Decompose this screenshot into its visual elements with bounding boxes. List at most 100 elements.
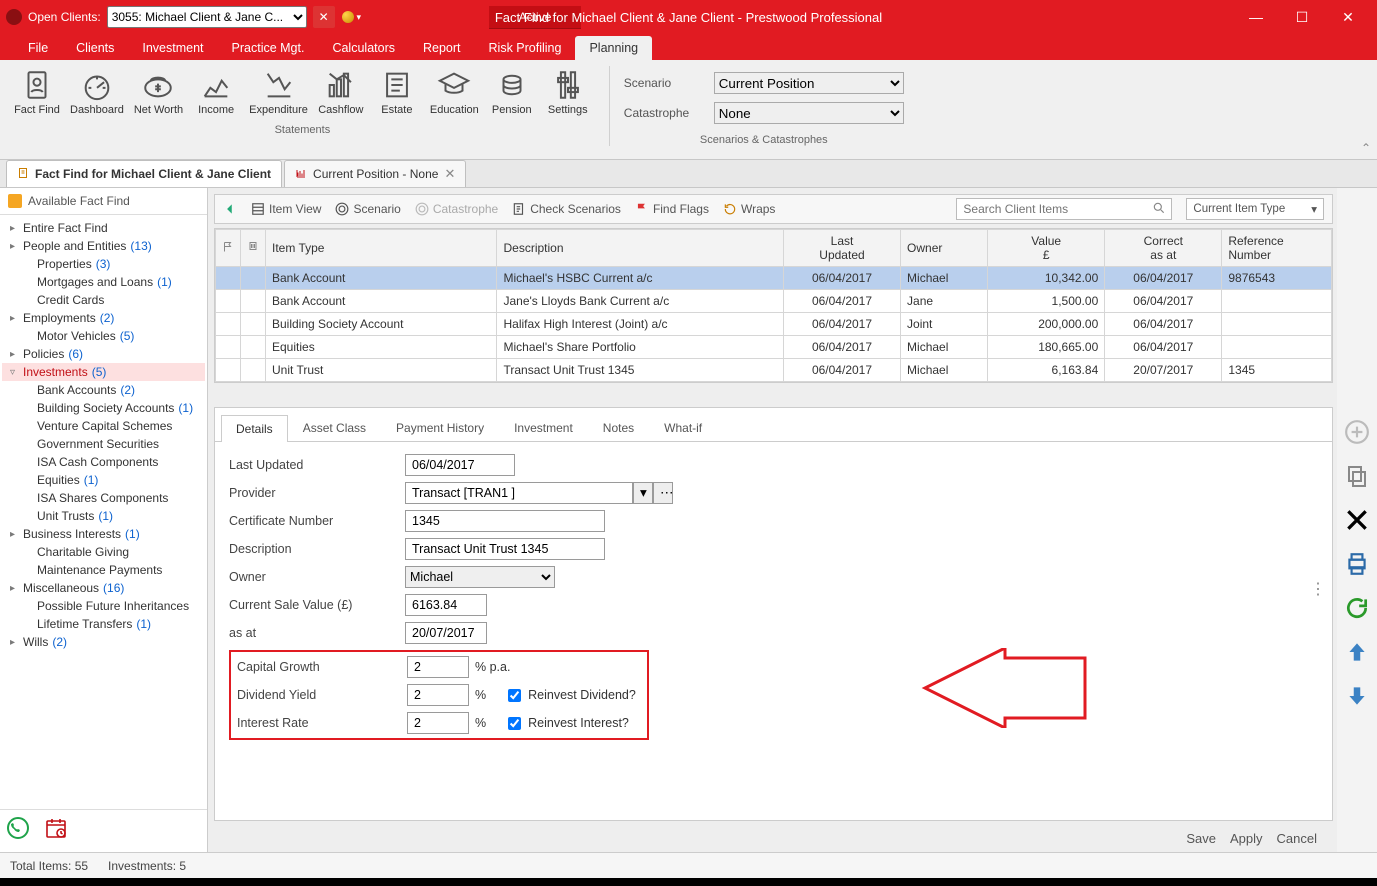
tree-charitable-giving[interactable]: Charitable Giving: [2, 543, 205, 561]
cancel-button[interactable]: Cancel: [1277, 831, 1317, 846]
current-value-input[interactable]: [405, 594, 487, 616]
doc-tab-0[interactable]: Fact Find for Michael Client & Jane Clie…: [6, 160, 282, 187]
detail-tab-asset-class[interactable]: Asset Class: [288, 414, 381, 441]
wraps-button[interactable]: Wraps: [723, 202, 775, 216]
menu-practice-mgt-[interactable]: Practice Mgt.: [218, 36, 319, 60]
ribbon-expenditure[interactable]: Expenditure: [245, 66, 312, 118]
move-down-icon[interactable]: [1343, 682, 1371, 710]
detail-tab-notes[interactable]: Notes: [588, 414, 649, 441]
tree-employments[interactable]: ▸Employments (2): [2, 309, 205, 327]
whatsapp-icon[interactable]: [6, 816, 30, 846]
tree-isa-shares-components[interactable]: ISA Shares Components: [2, 489, 205, 507]
tree-bank-accounts[interactable]: Bank Accounts (2): [2, 381, 205, 399]
client-select[interactable]: 3055: Michael Client & Jane C...: [107, 6, 307, 28]
tree-miscellaneous[interactable]: ▸Miscellaneous (16): [2, 579, 205, 597]
detail-tab-what-if[interactable]: What-if: [649, 414, 717, 441]
client-dropdown-button[interactable]: ▾: [341, 6, 363, 28]
minimize-button[interactable]: —: [1233, 0, 1279, 34]
apply-button[interactable]: Apply: [1230, 831, 1263, 846]
reinvest-dividend-checkbox[interactable]: [508, 689, 521, 702]
table-row[interactable]: EquitiesMichael's Share Portfolio06/04/2…: [216, 336, 1332, 359]
tree-investments[interactable]: ▿Investments (5): [2, 363, 205, 381]
menu-investment[interactable]: Investment: [128, 36, 217, 60]
tree-entire-fact-find[interactable]: ▸Entire Fact Find: [2, 219, 205, 237]
ribbon-settings[interactable]: Settings: [541, 66, 595, 118]
print-icon[interactable]: [1343, 550, 1371, 578]
col-item-type[interactable]: Item Type: [266, 230, 497, 267]
certificate-input[interactable]: [405, 510, 605, 532]
panel-drag-handle[interactable]: ⋮: [1310, 588, 1326, 592]
tree-possible-future-inheritances[interactable]: Possible Future Inheritances: [2, 597, 205, 615]
col-reference[interactable]: Reference Number: [1222, 230, 1332, 267]
menu-clients[interactable]: Clients: [62, 36, 128, 60]
tree-properties[interactable]: Properties (3): [2, 255, 205, 273]
move-up-icon[interactable]: [1343, 638, 1371, 666]
tree-government-securities[interactable]: Government Securities: [2, 435, 205, 453]
ribbon-cashflow[interactable]: Cashflow: [314, 66, 368, 118]
calendar-icon[interactable]: [44, 816, 68, 846]
tree-business-interests[interactable]: ▸Business Interests (1): [2, 525, 205, 543]
menu-file[interactable]: File: [14, 36, 62, 60]
table-row[interactable]: Building Society AccountHalifax High Int…: [216, 313, 1332, 336]
catastrophe-button[interactable]: Catastrophe: [415, 202, 498, 216]
col-correct-as-at[interactable]: Correct as at: [1105, 230, 1222, 267]
tree-policies[interactable]: ▸Policies (6): [2, 345, 205, 363]
last-updated-input[interactable]: [405, 454, 515, 476]
description-input[interactable]: [405, 538, 605, 560]
sidebar-header[interactable]: Available Fact Find: [0, 188, 207, 215]
close-tab-icon[interactable]: ✕: [444, 166, 455, 182]
copy-icon[interactable]: [1343, 462, 1371, 490]
close-window-button[interactable]: ✕: [1325, 0, 1371, 34]
tree-wills[interactable]: ▸Wills (2): [2, 633, 205, 651]
capital-growth-input[interactable]: [407, 656, 469, 678]
filter-dropdown[interactable]: Current Item Type▾: [1186, 198, 1324, 220]
col-pin[interactable]: [241, 230, 266, 267]
table-row[interactable]: Unit TrustTransact Unit Trust 134506/04/…: [216, 359, 1332, 382]
detail-tab-details[interactable]: Details: [221, 415, 288, 442]
provider-dropdown-button[interactable]: ▾: [633, 482, 653, 504]
tree-credit-cards[interactable]: Credit Cards: [2, 291, 205, 309]
tree-isa-cash-components[interactable]: ISA Cash Components: [2, 453, 205, 471]
detail-tab-payment-history[interactable]: Payment History: [381, 414, 499, 441]
scenario-button[interactable]: Scenario: [335, 202, 400, 216]
tree-building-society-accounts[interactable]: Building Society Accounts (1): [2, 399, 205, 417]
ribbon-expand-icon[interactable]: ⌃: [1361, 141, 1371, 155]
scenario-select[interactable]: Current Position: [714, 72, 904, 94]
check-scenarios-button[interactable]: Check Scenarios: [512, 202, 621, 216]
col-flag[interactable]: [216, 230, 241, 267]
ribbon-pension[interactable]: Pension: [485, 66, 539, 118]
interest-rate-input[interactable]: [407, 712, 469, 734]
catastrophe-select[interactable]: None: [714, 102, 904, 124]
tree-mortgages-and-loans[interactable]: Mortgages and Loans (1): [2, 273, 205, 291]
detail-tab-investment[interactable]: Investment: [499, 414, 588, 441]
item-view-button[interactable]: Item View: [251, 202, 321, 216]
tree-lifetime-transfers[interactable]: Lifetime Transfers (1): [2, 615, 205, 633]
refresh-icon[interactable]: [1343, 594, 1371, 622]
save-button[interactable]: Save: [1186, 831, 1216, 846]
tree-maintenance-payments[interactable]: Maintenance Payments: [2, 561, 205, 579]
tree-motor-vehicles[interactable]: Motor Vehicles (5): [2, 327, 205, 345]
col-last-updated[interactable]: Last Updated: [783, 230, 900, 267]
table-row[interactable]: Bank AccountMichael's HSBC Current a/c06…: [216, 267, 1332, 290]
menu-planning[interactable]: Planning: [575, 36, 652, 60]
back-button[interactable]: [223, 202, 237, 216]
col-description[interactable]: Description: [497, 230, 783, 267]
ribbon-fact-find[interactable]: Fact Find: [10, 66, 64, 118]
provider-browse-button[interactable]: ⋯: [653, 482, 673, 504]
tree-unit-trusts[interactable]: Unit Trusts (1): [2, 507, 205, 525]
tree-equities[interactable]: Equities (1): [2, 471, 205, 489]
menu-calculators[interactable]: Calculators: [318, 36, 409, 60]
add-icon[interactable]: [1343, 418, 1371, 446]
ribbon-dashboard[interactable]: Dashboard: [66, 66, 128, 118]
tree-venture-capital-schemes[interactable]: Venture Capital Schemes: [2, 417, 205, 435]
search-box[interactable]: [956, 198, 1172, 220]
search-input[interactable]: [957, 200, 1147, 218]
ribbon-estate[interactable]: Estate: [370, 66, 424, 118]
maximize-button[interactable]: ☐: [1279, 0, 1325, 34]
as-at-input[interactable]: [405, 622, 487, 644]
doc-tab-1[interactable]: Current Position - None✕: [284, 160, 466, 187]
ribbon-net-worth[interactable]: Net Worth: [130, 66, 187, 118]
provider-input[interactable]: [405, 482, 633, 504]
menu-risk-profiling[interactable]: Risk Profiling: [475, 36, 576, 60]
find-flags-button[interactable]: Find Flags: [635, 202, 709, 216]
